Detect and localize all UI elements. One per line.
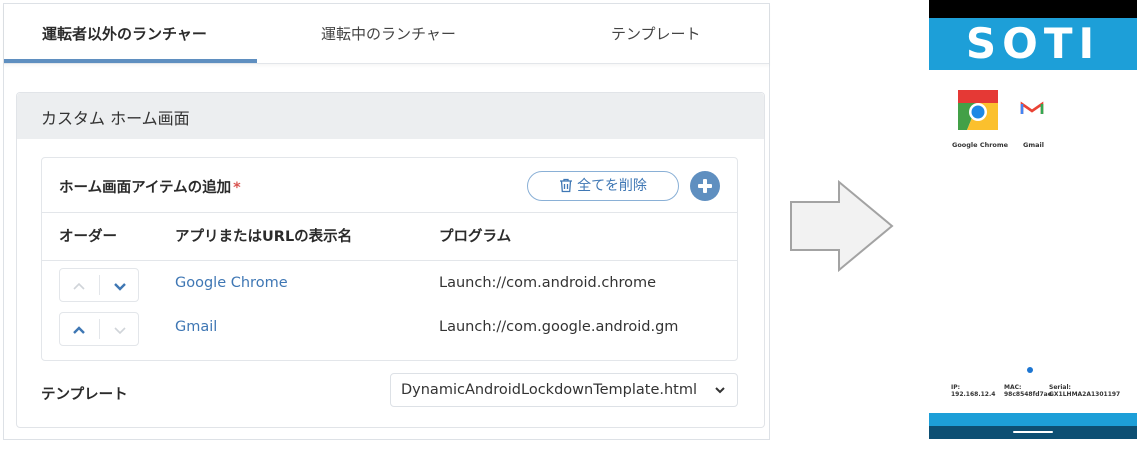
template-label: テンプレート bbox=[41, 387, 128, 403]
page-indicator bbox=[1027, 367, 1033, 373]
column-header-program: プログラム bbox=[439, 229, 512, 245]
move-up-icon[interactable] bbox=[69, 276, 89, 296]
column-header-display-name: アプリまたはURLの表示名 bbox=[175, 229, 353, 245]
device-preview: SOTI Google Chrome Gmail IP: 192.168.12.… bbox=[929, 0, 1137, 439]
app-label: Google Chrome bbox=[952, 141, 1009, 149]
chevron-down-icon bbox=[715, 387, 725, 394]
serial-value: GX1LHMA2A1301197 bbox=[1049, 391, 1121, 398]
table-row: Gmail Launch://com.google.android.gm bbox=[42, 306, 737, 352]
move-up-icon[interactable] bbox=[69, 320, 89, 340]
serial-label: Serial: bbox=[1049, 384, 1071, 391]
custom-home-screen-card: カスタム ホーム画面 ホーム画面アイテムの追加 * 全てを削除 オーダー アプリま… bbox=[16, 92, 765, 428]
tab-driving-launcher[interactable]: 運転中のランチャー bbox=[321, 4, 456, 64]
order-divider bbox=[99, 275, 100, 295]
status-bar bbox=[929, 0, 1137, 18]
program-value: Launch://com.android.chrome bbox=[439, 275, 657, 291]
tab-bar: 運転者以外のランチャー 運転中のランチャー テンプレート bbox=[4, 4, 769, 64]
header-divider bbox=[42, 260, 737, 261]
right-arrow-icon bbox=[790, 180, 894, 272]
delete-all-label: 全てを削除 bbox=[577, 178, 647, 194]
delete-all-button[interactable]: 全てを削除 bbox=[527, 171, 679, 201]
tab-non-driver-launcher[interactable]: 運転者以外のランチャー bbox=[42, 4, 207, 64]
mac-value: 98c8548fd7ae bbox=[1004, 391, 1052, 398]
serial-info: Serial: GX1LHMA2A1301197 bbox=[1049, 384, 1120, 398]
order-control bbox=[59, 312, 139, 346]
card-header: カスタム ホーム画面 bbox=[17, 93, 764, 139]
chrome-icon bbox=[958, 90, 998, 130]
column-header-order: オーダー bbox=[59, 229, 117, 245]
required-mark: * bbox=[233, 180, 241, 196]
home-gesture-handle[interactable] bbox=[1013, 431, 1053, 433]
ip-info: IP: 192.168.12.4 bbox=[951, 384, 995, 398]
home-items-title: ホーム画面アイテムの追加 * bbox=[59, 176, 241, 197]
active-tab-indicator bbox=[4, 59, 257, 63]
app-display-name-link[interactable]: Google Chrome bbox=[175, 275, 288, 291]
mac-info: MAC: 98c8548fd7ae bbox=[1004, 384, 1052, 398]
gmail-icon bbox=[1017, 96, 1047, 124]
move-down-icon[interactable] bbox=[110, 320, 130, 340]
card-title: カスタム ホーム画面 bbox=[41, 109, 190, 128]
chrome-app[interactable] bbox=[956, 90, 1000, 134]
gmail-app[interactable] bbox=[1017, 90, 1047, 134]
app-label: Gmail bbox=[1023, 141, 1044, 149]
template-select[interactable]: DynamicAndroidLockdownTemplate.html bbox=[390, 373, 738, 407]
trash-icon bbox=[560, 178, 573, 193]
launcher-settings-panel: 運転者以外のランチャー 運転中のランチャー テンプレート カスタム ホーム画面 … bbox=[3, 3, 770, 440]
template-selected-value: DynamicAndroidLockdownTemplate.html bbox=[401, 382, 697, 398]
ip-label: IP: bbox=[951, 384, 961, 391]
app-display-name-link[interactable]: Gmail bbox=[175, 319, 217, 335]
home-items-header: ホーム画面アイテムの追加 * 全てを削除 bbox=[42, 158, 737, 213]
home-screen: Google Chrome Gmail IP: 192.168.12.4 MAC… bbox=[929, 70, 1137, 413]
move-down-icon[interactable] bbox=[110, 276, 130, 296]
home-items-section: ホーム画面アイテムの追加 * 全てを削除 オーダー アプリまたはURLの表示名 プ… bbox=[41, 157, 738, 361]
add-item-button[interactable] bbox=[690, 171, 720, 201]
soti-logo: SOTI bbox=[965, 19, 1101, 68]
home-items-title-text: ホーム画面アイテムの追加 bbox=[59, 180, 232, 196]
order-control bbox=[59, 268, 139, 302]
tab-template[interactable]: テンプレート bbox=[611, 4, 701, 64]
table-row: Google Chrome Launch://com.android.chrom… bbox=[42, 262, 737, 308]
ip-value: 192.168.12.4 bbox=[951, 391, 996, 398]
mac-label: MAC: bbox=[1004, 384, 1022, 391]
program-value: Launch://com.google.android.gm bbox=[439, 319, 679, 335]
order-divider bbox=[99, 319, 100, 339]
